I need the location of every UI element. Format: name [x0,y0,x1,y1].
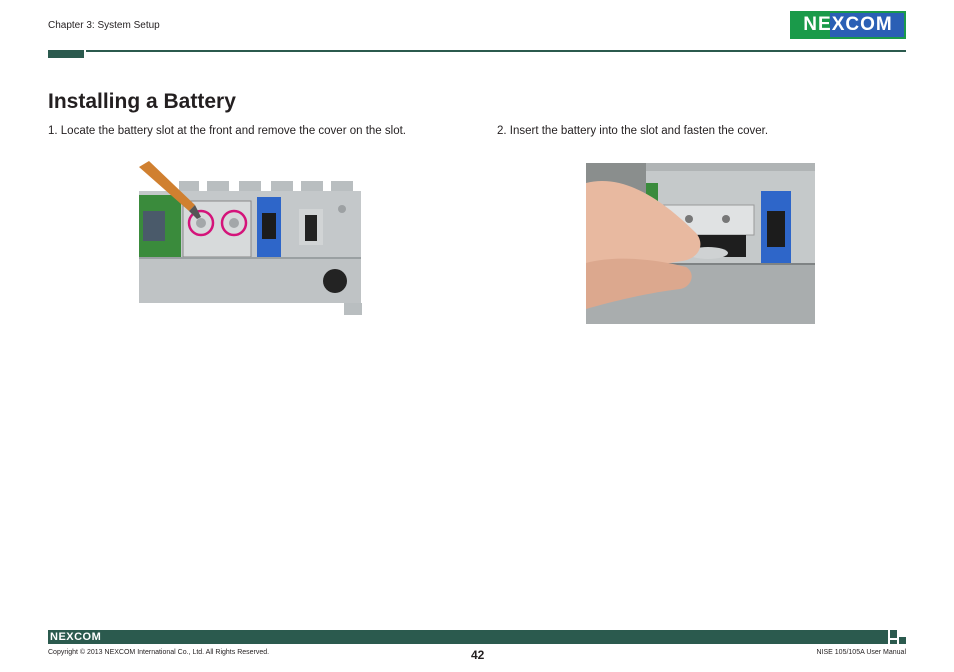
page-number: 42 [471,648,485,662]
footer-decor-square [890,630,897,638]
header-accent-bar [48,50,84,58]
manual-name: NISE 105/105A User Manual [816,649,907,656]
step-2-text: 2. Insert the battery into the slot and … [497,125,769,137]
footer-decor-square [890,640,897,644]
logo-text: NEXCOM [803,14,893,35]
footer-bar [48,630,888,644]
battery-slot-photo [139,161,367,317]
footer-logo: NEXCOM [50,631,102,643]
header-rule [86,50,906,52]
battery-insert-photo [586,163,815,324]
page-title: Installing a Battery [48,90,236,113]
footer-decor-square [899,637,906,644]
chapter-title: Chapter 3: System Setup [48,20,160,31]
nexcom-logo: NEXCOM [790,11,906,39]
copyright-text: Copyright © 2013 NEXCOM International Co… [48,649,270,656]
step-1-text: 1. Locate the battery slot at the front … [48,125,406,137]
